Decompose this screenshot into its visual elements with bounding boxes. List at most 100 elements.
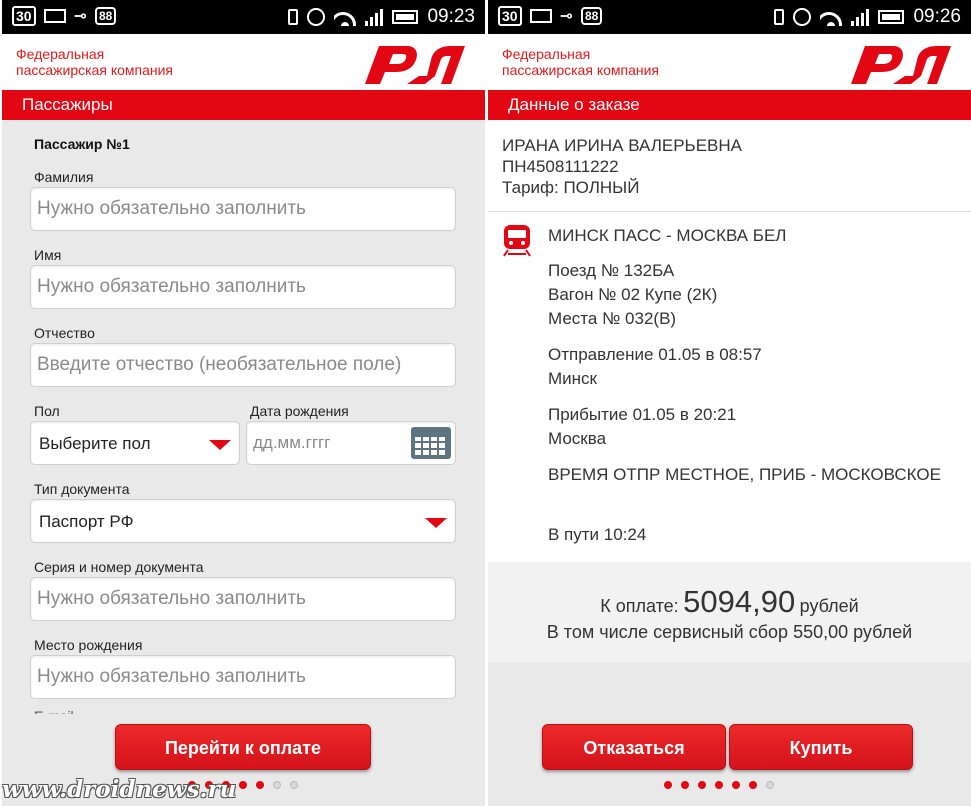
notification-badge: 30 — [12, 6, 36, 26]
birth-date-input[interactable] — [247, 422, 407, 464]
payment-currency: рублей — [799, 596, 859, 616]
rzd-logo — [365, 46, 465, 84]
notification-badge: 30 — [498, 6, 522, 26]
doc-number-label: Серия и номер документа — [34, 559, 204, 575]
status-bar: 30 ⊸ 88 09:26 — [488, 0, 971, 34]
car-number: Вагон № 02 Купе (2К) — [548, 285, 718, 304]
page-indicator — [664, 781, 774, 789]
patronymic-field[interactable] — [30, 343, 456, 387]
rzd-logo — [851, 46, 951, 84]
order-details-screen: 30 ⊸ 88 09:26 Федеральная пассажирская к… — [488, 0, 971, 806]
arrival-city: Москва — [548, 429, 607, 448]
alarm-icon — [307, 8, 326, 26]
page-dot — [698, 781, 706, 789]
battery-icon — [878, 10, 905, 24]
page-title: Пассажиры — [2, 90, 485, 120]
vibrate-icon — [288, 9, 299, 25]
page-dot — [749, 781, 757, 789]
page-dot — [664, 781, 672, 789]
birth-date-label: Дата рождения — [250, 403, 349, 419]
page-dot — [256, 781, 264, 789]
arrival-info: Прибытие 01.05 в 20:21 Москва — [548, 403, 736, 451]
patronymic-label: Отчество — [34, 325, 95, 341]
doc-type-label: Тип документа — [34, 481, 130, 497]
company-name: Федеральная пассажирская компания — [16, 46, 174, 78]
payment-amount: 5094,90 — [683, 584, 796, 619]
name-field[interactable] — [30, 265, 456, 309]
service-fee: В том числе сервисный сбор 550,00 рублей — [546, 622, 913, 642]
passenger-tariff: Тариф: ПОЛНЫЙ — [502, 178, 640, 197]
wifi-icon — [334, 8, 357, 26]
dropdown-arrow-icon — [425, 518, 447, 528]
doc-number-input[interactable] — [31, 578, 455, 620]
birth-place-input[interactable] — [31, 656, 455, 698]
proceed-to-payment-button[interactable]: Перейти к оплате — [115, 724, 371, 770]
page-dot — [766, 781, 774, 789]
gender-label: Пол — [34, 403, 60, 419]
birth-place-field[interactable] — [30, 655, 456, 699]
surname-field[interactable] — [30, 187, 456, 231]
divider — [488, 211, 971, 212]
signal-icon — [851, 8, 870, 26]
cancel-button[interactable]: Отказаться — [542, 724, 726, 770]
buy-button[interactable]: Купить — [729, 724, 913, 770]
alarm-icon — [793, 8, 812, 26]
passenger-heading: Пассажир №1 — [34, 136, 130, 152]
passenger-name: ИРАНА ИРИНА ВАЛЕРЬЕВНА — [502, 136, 742, 155]
doc-type-value: Паспорт РФ — [39, 512, 134, 531]
time-zone-note: ВРЕМЯ ОТПР МЕСТНОЕ, ПРИБ - МОСКОВСКОЕ — [548, 465, 941, 484]
payment-total: К оплате: 5094,90 рублей — [488, 584, 971, 620]
page-dot — [239, 781, 247, 789]
brand-header: Федеральная пассажирская компания — [2, 34, 485, 90]
company-name: Федеральная пассажирская компания — [502, 46, 660, 78]
key-icon: ⊸ — [73, 8, 87, 25]
name-input[interactable] — [31, 266, 455, 308]
travel-time: В пути 10:24 — [548, 525, 647, 544]
seat-numbers: Места № 032(В) — [548, 309, 677, 328]
departure-info: Отправление 01.05 в 08:57 Минск — [548, 343, 762, 391]
signal-icon — [365, 8, 384, 26]
train-details: Поезд № 132БА Вагон № 02 Купе (2К) Места… — [548, 259, 717, 331]
image-notification-icon — [43, 9, 66, 23]
departure-city: Минск — [548, 369, 597, 388]
surname-input[interactable] — [31, 188, 455, 230]
birth-date-field[interactable] — [246, 421, 456, 465]
passenger-info: ИРАНА ИРИНА ВАЛЕРЬЕВНА ПН4508111222 Тари… — [502, 135, 742, 198]
train-number: Поезд № 132БА — [548, 261, 675, 280]
page-dot — [681, 781, 689, 789]
route: МИНСК ПАСС - МОСКВА БЕЛ — [548, 226, 787, 245]
payment-summary: К оплате: 5094,90 рублей В том числе сер… — [488, 562, 971, 662]
name-label: Имя — [34, 247, 62, 263]
wifi-icon — [820, 8, 843, 26]
page-dot — [732, 781, 740, 789]
doc-number-field[interactable] — [30, 577, 456, 621]
passenger-document: ПН4508111222 — [502, 157, 619, 176]
doc-type-select[interactable]: Паспорт РФ — [30, 499, 456, 543]
arrival-time: Прибытие 01.05 в 20:21 — [548, 405, 737, 424]
watermark: www.droidnews.ru — [2, 776, 237, 803]
train-icon — [503, 225, 531, 257]
gender-select[interactable]: Выберите пол — [30, 421, 240, 465]
patronymic-input[interactable] — [31, 344, 455, 386]
key-icon: ⊸ — [559, 8, 573, 25]
status-bar: 30 ⊸ 88 09:23 — [2, 0, 485, 34]
clock: 09:26 — [913, 6, 961, 27]
notification-badge-2: 88 — [580, 7, 603, 25]
dropdown-arrow-icon — [209, 440, 231, 450]
brand-header: Федеральная пассажирская компания — [488, 34, 971, 90]
page-dot — [715, 781, 723, 789]
page-dot — [273, 781, 281, 789]
surname-label: Фамилия — [34, 169, 94, 185]
vibrate-icon — [774, 9, 785, 25]
payment-label: К оплате: — [600, 596, 679, 616]
calendar-icon[interactable] — [411, 427, 451, 459]
image-notification-icon — [529, 9, 552, 23]
notification-badge-2: 88 — [94, 7, 117, 25]
gender-value: Выберите пол — [39, 434, 151, 453]
page-title: Данные о заказе — [488, 90, 971, 120]
page-dot — [290, 781, 298, 789]
clock: 09:23 — [427, 6, 475, 27]
birth-place-label: Место рождения — [34, 637, 143, 653]
battery-icon — [392, 10, 419, 24]
passengers-screen: 30 ⊸ 88 09:23 Федеральная пассажирская к… — [2, 0, 485, 806]
